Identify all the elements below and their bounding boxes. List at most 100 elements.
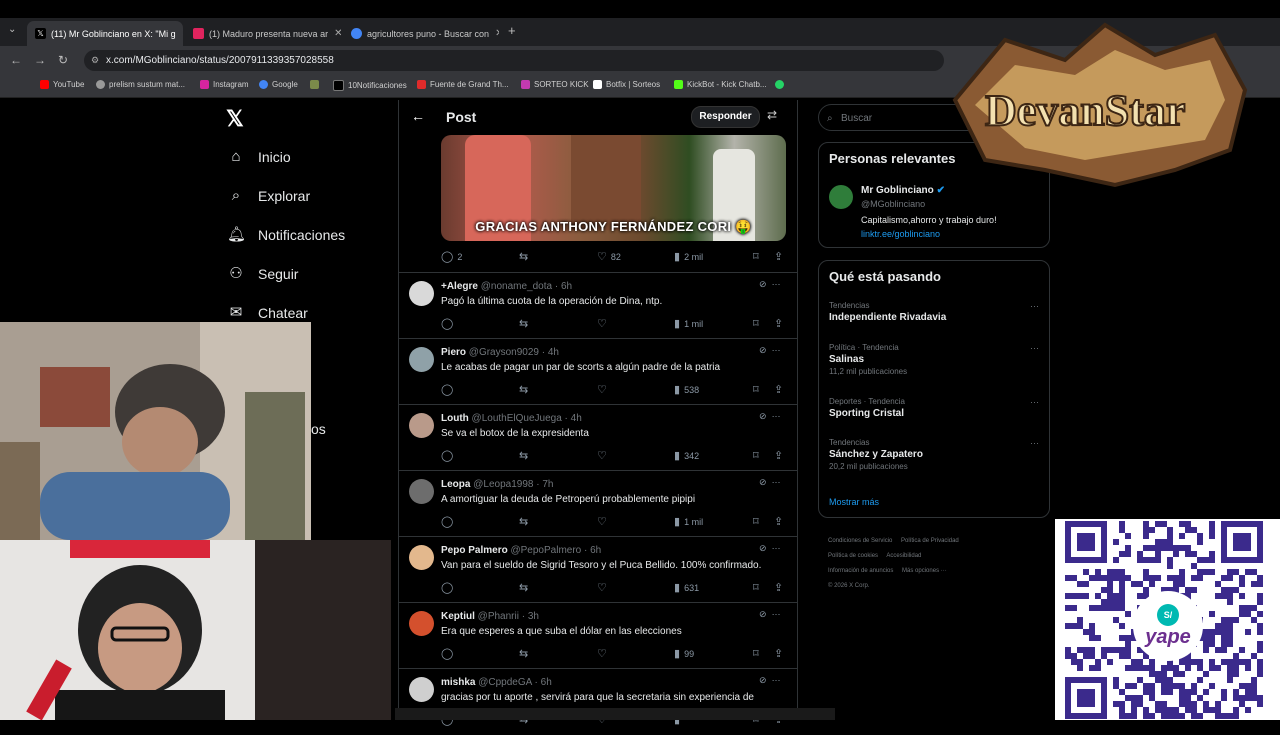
like-action[interactable]: ♡ [597,449,611,462]
bookmark-kickbot[interactable]: KickBot - Kick Chatb... [674,80,767,89]
grok-icon[interactable]: ⊘ [759,279,767,289]
reply-item[interactable]: Piero @Grayson9029 · 4h ⊘ ··· Le acabas de… [399,338,797,405]
nav-item-seguir[interactable]: ⚇ Seguir [227,265,298,283]
reply-item[interactable]: Pepo Palmero @PepoPalmero · 6h ⊘ ··· Van p… [399,536,797,603]
new-tab-icon[interactable]: + [508,23,516,38]
footer-link[interactable]: Más opciones ··· [902,568,947,574]
reply-author[interactable]: Keptiul @Phanrii · 3h [441,611,539,622]
views-action[interactable]: ▮ 342 [674,449,699,462]
footer-link[interactable]: Condiciones de Servicio [828,538,892,544]
reload-icon[interactable]: ↻ [58,53,68,67]
grok-icon[interactable]: ⊘ [759,609,767,619]
nav-item-notificaciones[interactable]: 🔔︎ Notificaciones [227,226,345,244]
nav-item-explorar[interactable]: ⌕ Explorar [227,187,310,205]
views-action[interactable]: ▮ 538 [674,383,699,396]
grok-icon[interactable]: ⊘ [759,543,767,553]
reply-action[interactable]: ◯ [441,581,457,594]
bookmark-action[interactable]: ⌑ [753,317,763,330]
bookmark-youtube[interactable]: YouTube [40,80,84,89]
trend-item[interactable]: Tendencias Sánchez y Zapatero 20,2 mil p… [829,438,1039,471]
bookmark-botfix[interactable]: Botfix | Sorteos [593,80,660,89]
share-action[interactable]: ⇪ [774,581,787,594]
person-name[interactable]: Mr Goblinciano ✔ [861,185,945,196]
views-action[interactable]: ▮ 2 mil [674,250,703,263]
nav-item-chatear[interactable]: ✉ Chatear [227,304,308,322]
trend-item[interactable]: Tendencias Independiente Rivadavia ··· [829,301,1039,323]
tab-maduro[interactable]: (1) Maduro presenta nueva ar ✕ [185,21,341,46]
reply-menu[interactable]: ⊘ ··· [759,609,781,620]
more-icon[interactable]: ··· [772,609,781,619]
reply-author[interactable]: Piero @Grayson9029 · 4h [441,347,559,358]
share-action[interactable]: ⇪ [774,383,787,396]
reply-author[interactable]: Leopa @Leopa1998 · 7h [441,479,553,490]
bookmark-sorteo-kick[interactable]: SORTEO KICK [521,80,589,89]
repost-action[interactable]: ⇆ [519,581,532,594]
close-icon[interactable]: ✕ [328,28,341,39]
bookmark-action[interactable]: ⌑ [753,581,763,594]
avatar[interactable] [409,545,434,570]
like-action[interactable]: ♡ 82 [597,250,621,263]
bookmark-prelism[interactable]: prelism sustum mat... [96,80,185,89]
reply-item[interactable]: Leopa @Leopa1998 · 7h ⊘ ··· A amortiguar l… [399,470,797,537]
tab-search-icon[interactable]: ⌄ [8,24,16,35]
views-action[interactable]: ▮ 1 mil [674,515,703,528]
reply-item[interactable]: mishka @CppdeGA · 6h ⊘ ··· gracias por tu … [399,668,797,735]
grok-icon[interactable]: ⊘ [759,477,767,487]
avatar[interactable] [409,479,434,504]
views-action[interactable]: ▮ 99 [674,647,694,660]
reply-action[interactable]: ◯ [441,449,457,462]
forward-arrow-icon[interactable]: → [34,53,46,67]
footer-link[interactable]: Accesibilidad [886,553,921,559]
person-link[interactable]: linktr.ee/goblinciano [861,229,940,239]
nav-item-partial[interactable]: os [311,421,326,437]
avatar[interactable] [409,677,434,702]
bookmark-gta[interactable]: Fuente de Grand Th... [417,80,509,89]
trend-item[interactable]: Política · Tendencia Salinas 11,2 mil pu… [829,343,1039,376]
reply-author[interactable]: +Alegre @noname_dota · 6h [441,281,572,292]
bookmark-action[interactable]: ⌑ [753,449,763,462]
reply-menu[interactable]: ⊘ ··· [759,345,781,356]
avatar[interactable] [409,281,434,306]
trend-item[interactable]: Deportes · Tendencia Sporting Cristal ··… [829,397,1039,419]
repost-action[interactable]: ⇆ [519,383,532,396]
reply-action[interactable]: ◯ [441,647,457,660]
bookmark-google[interactable]: Google [259,80,298,89]
grok-icon[interactable]: ⊘ [759,345,767,355]
tab-active[interactable]: 𝕏 (11) Mr Goblinciano en X: "Mi g ✕ [27,21,183,46]
grok-icon[interactable]: ⊘ [759,675,767,685]
avatar[interactable] [409,611,434,636]
footer-link[interactable]: Política de cookies [828,553,878,559]
more-icon[interactable]: ··· [1030,301,1039,311]
bookmark-10notificaciones[interactable]: 10Notificaciones [333,80,407,91]
avatar[interactable] [409,347,434,372]
grok-icon[interactable]: ⊘ [759,411,767,421]
more-icon[interactable]: ··· [772,345,781,355]
reply-author[interactable]: mishka @CppdeGA · 6h [441,677,552,688]
reply-item[interactable]: +Alegre @noname_dota · 6h ⊘ ··· Pagó la úl… [399,272,797,339]
bookmark-action[interactable]: ⌑ [753,515,763,528]
tab-agricultores[interactable]: agricultores puno - Buscar con ✕ [343,21,499,46]
more-icon[interactable]: ··· [1030,343,1039,353]
repost-action[interactable]: ⇆ [519,250,532,263]
more-icon[interactable]: ··· [1030,438,1039,448]
reply-author[interactable]: Pepo Palmero @PepoPalmero · 6h [441,545,601,556]
reply-button[interactable]: Responder [691,106,760,128]
views-action[interactable]: ▮ 1 mil [674,317,703,330]
share-action[interactable]: ⇪ [774,515,787,528]
site-info-icon[interactable]: ⚙ [91,50,99,71]
bookmark-whatsapp[interactable] [775,80,788,89]
filter-settings-icon[interactable]: ⇄ [767,108,777,122]
post-media[interactable]: GRACIAS ANTHONY FERNÁNDEZ CORI 🤑 [441,135,786,241]
repost-action[interactable]: ⇆ [519,449,532,462]
reply-action[interactable]: ◯ [441,383,457,396]
repost-action[interactable]: ⇆ [519,515,532,528]
footer-link[interactable]: Política de Privacidad [901,538,959,544]
x-logo-icon[interactable]: 𝕏 [226,106,244,132]
views-action[interactable]: ▮ 631 [674,581,699,594]
like-action[interactable]: ♡ [597,647,611,660]
back-arrow-icon[interactable]: ← [10,53,22,67]
more-icon[interactable]: ··· [772,675,781,685]
like-action[interactable]: ♡ [597,581,611,594]
more-icon[interactable]: ··· [772,543,781,553]
back-arrow-icon[interactable]: ← [411,108,425,124]
